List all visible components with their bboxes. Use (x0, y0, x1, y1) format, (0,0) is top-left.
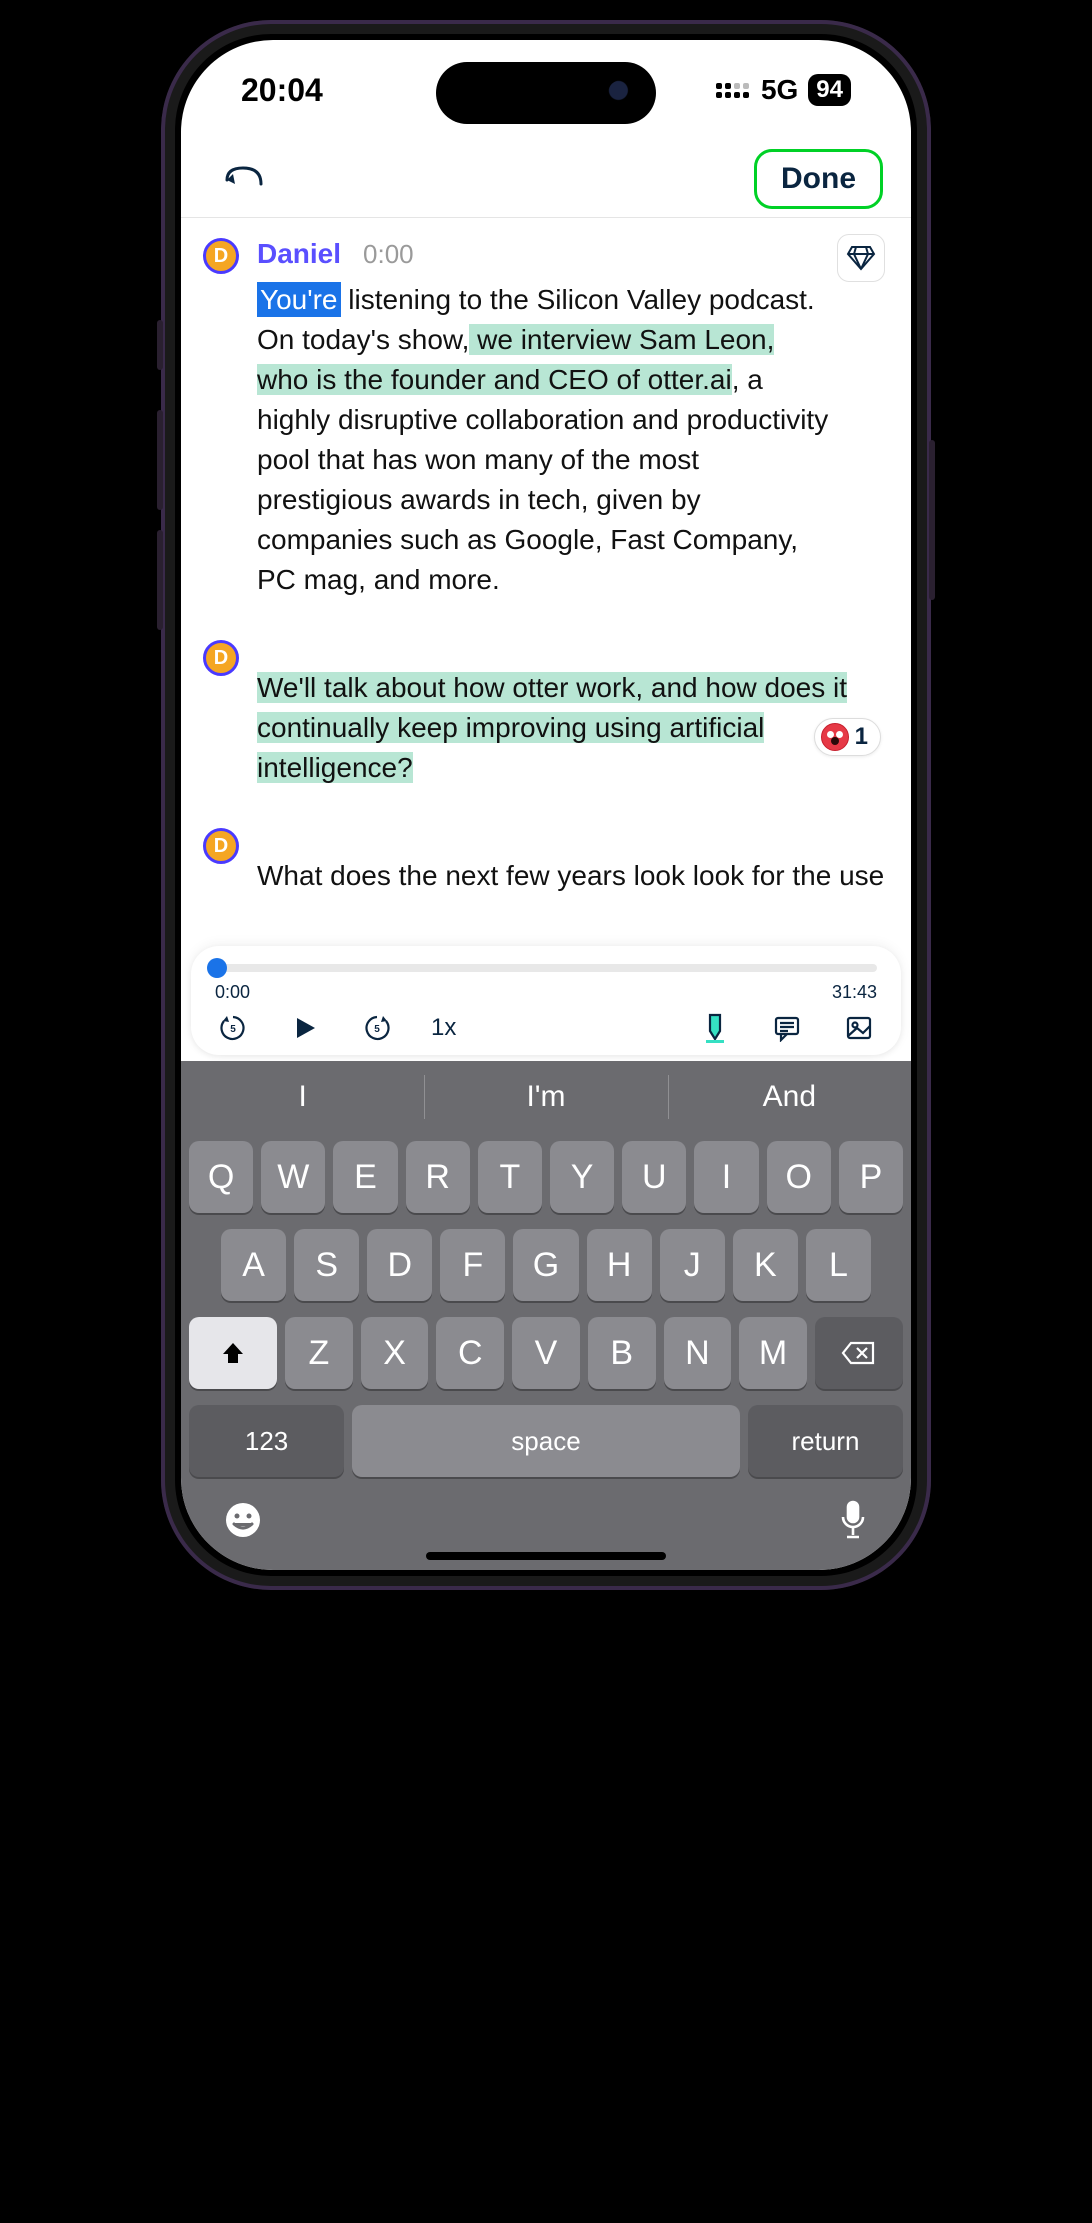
key-n[interactable]: N (664, 1317, 732, 1389)
rewind-5-button[interactable]: 5 (215, 1013, 251, 1043)
home-indicator[interactable] (426, 1552, 666, 1560)
key-k[interactable]: K (733, 1229, 798, 1301)
key-y[interactable]: Y (550, 1141, 614, 1213)
key-u[interactable]: U (622, 1141, 686, 1213)
key-x[interactable]: X (361, 1317, 429, 1389)
key-w[interactable]: W (261, 1141, 325, 1213)
avatar[interactable]: D (203, 828, 239, 864)
transcript-text[interactable]: We'll talk about how otter work, and how… (257, 668, 889, 788)
forward-5-button[interactable]: 5 (359, 1013, 395, 1043)
suggestion-2[interactable]: I'm (424, 1061, 667, 1133)
transcript-block: D We'll talk about how otter work, and h… (203, 640, 889, 788)
key-a[interactable]: A (221, 1229, 286, 1301)
status-right: 5G 94 (716, 74, 851, 106)
transcript-text[interactable]: What does the next few years look look f… (257, 856, 889, 896)
keyboard-suggestions: I I'm And (181, 1061, 911, 1133)
suggestion-1[interactable]: I (181, 1061, 424, 1133)
avatar[interactable]: D (203, 640, 239, 676)
network-label: 5G (761, 74, 798, 106)
key-space[interactable]: space (352, 1405, 740, 1477)
key-j[interactable]: J (660, 1229, 725, 1301)
key-h[interactable]: H (587, 1229, 652, 1301)
key-o[interactable]: O (767, 1141, 831, 1213)
reaction-count: 1 (855, 723, 868, 751)
undo-icon[interactable] (223, 162, 265, 195)
emoji-keyboard-button[interactable] (223, 1500, 263, 1545)
key-return[interactable]: return (748, 1405, 903, 1477)
key-e[interactable]: E (333, 1141, 397, 1213)
key-v[interactable]: V (512, 1317, 580, 1389)
device-notch (436, 62, 656, 124)
key-p[interactable]: P (839, 1141, 903, 1213)
nav-bar: Done (181, 140, 911, 218)
shocked-emoji-icon (821, 723, 849, 751)
transcript-block: D What does the next few years look look… (203, 828, 889, 896)
timestamp[interactable]: 0:00 (363, 239, 414, 270)
keyboard: I I'm And Q W E R T Y U I O P A S D F (181, 1061, 911, 1570)
dictation-button[interactable] (837, 1499, 869, 1546)
battery-indicator: 94 (808, 74, 851, 106)
key-t[interactable]: T (478, 1141, 542, 1213)
premium-gem-button[interactable] (837, 234, 885, 282)
key-g[interactable]: G (513, 1229, 578, 1301)
avatar[interactable]: D (203, 238, 239, 274)
key-shift[interactable] (189, 1317, 277, 1389)
signal-icon (716, 83, 749, 98)
transcript-block: D Daniel 0:00 You're listening to the Si… (203, 238, 889, 600)
image-button[interactable] (841, 1014, 877, 1042)
total-time: 31:43 (832, 982, 877, 1003)
svg-text:5: 5 (230, 1024, 236, 1035)
play-button[interactable] (287, 1014, 323, 1042)
key-z[interactable]: Z (285, 1317, 353, 1389)
key-f[interactable]: F (440, 1229, 505, 1301)
key-q[interactable]: Q (189, 1141, 253, 1213)
key-c[interactable]: C (436, 1317, 504, 1389)
key-d[interactable]: D (367, 1229, 432, 1301)
key-s[interactable]: S (294, 1229, 359, 1301)
transcript-content[interactable]: D Daniel 0:00 You're listening to the Si… (181, 218, 911, 946)
suggestion-3[interactable]: And (668, 1061, 911, 1133)
progress-thumb[interactable] (207, 958, 227, 978)
current-time: 0:00 (215, 982, 250, 1003)
key-i[interactable]: I (694, 1141, 758, 1213)
reaction-bubble[interactable]: 1 (814, 718, 881, 756)
highlighted-text[interactable]: We'll talk about how otter work, and how… (257, 672, 847, 783)
comment-button[interactable] (769, 1014, 805, 1042)
selected-word[interactable]: You're (257, 282, 341, 317)
key-numbers[interactable]: 123 (189, 1405, 344, 1477)
key-b[interactable]: B (588, 1317, 656, 1389)
done-button[interactable]: Done (754, 149, 883, 209)
progress-slider[interactable] (215, 964, 877, 972)
audio-player: 0:00 31:43 5 (191, 946, 901, 1055)
status-time: 20:04 (241, 72, 323, 109)
key-r[interactable]: R (406, 1141, 470, 1213)
key-l[interactable]: L (806, 1229, 871, 1301)
key-m[interactable]: M (739, 1317, 807, 1389)
speaker-name[interactable]: Daniel (257, 238, 341, 270)
transcript-text[interactable]: You're listening to the Silicon Valley p… (257, 280, 829, 600)
key-backspace[interactable] (815, 1317, 903, 1389)
svg-text:5: 5 (374, 1024, 380, 1035)
playback-speed-button[interactable]: 1x (431, 1014, 456, 1042)
highlighter-button[interactable] (697, 1013, 733, 1043)
